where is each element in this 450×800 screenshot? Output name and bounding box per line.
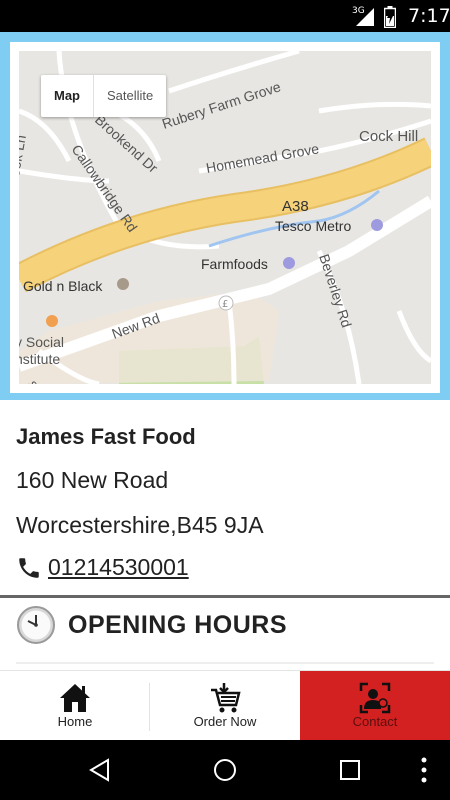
clock-icon (17, 606, 55, 644)
label-farmfoods: Farmfoods (201, 256, 268, 272)
label-cock-hill: Cock Hill (359, 128, 418, 145)
battery-icon (384, 6, 396, 28)
label-allowbrook-ln: allowbrook Ln (19, 134, 29, 222)
cart-icon (211, 683, 241, 713)
section-divider (0, 595, 450, 598)
contact-card-icon (359, 682, 391, 714)
back-icon[interactable] (88, 758, 112, 782)
nav-contact-label: Contact (352, 714, 398, 729)
home-icon (60, 684, 90, 712)
signal-icon (356, 8, 374, 26)
status-bar: 3G 7:17 (0, 0, 450, 32)
label-gold-n-black: Gold n Black (23, 278, 103, 294)
system-nav-bar (0, 740, 450, 800)
label-tesco-metro: Tesco Metro (275, 218, 351, 234)
map-card: £ Rubery Farm Grove Cock Hill Homemead G… (10, 42, 440, 393)
label-social: y Social (19, 334, 64, 350)
nav-order-now-label: Order Now (193, 714, 257, 729)
home-circle-icon[interactable] (213, 758, 237, 782)
opening-hours-separator (16, 662, 434, 664)
phone-icon (19, 557, 39, 578)
label-institute: nstitute (19, 351, 60, 367)
bank-poi-symbol: £ (222, 299, 228, 310)
nav-order-now[interactable]: Order Now (150, 671, 300, 741)
address-line-2: Worcestershire,B45 9JA (16, 512, 264, 538)
gold-n-black-poi-icon (117, 278, 129, 290)
map-type-satellite-button[interactable]: Satellite (93, 75, 166, 117)
opening-hours-title: OPENING HOURS (68, 610, 288, 639)
clock: 7:17 (408, 5, 450, 27)
farmfoods-poi-icon (283, 257, 295, 269)
map-type-toggle: Map Satellite (41, 75, 167, 117)
label-a38: A38 (282, 198, 309, 215)
map-frame: £ Rubery Farm Grove Cock Hill Homemead G… (0, 32, 450, 400)
tesco-poi-icon (371, 219, 383, 231)
nav-contact[interactable]: Contact (300, 671, 450, 741)
label-homemead-grove: Homemead Grove (205, 140, 321, 176)
opening-hours-header: OPENING HOURS (16, 605, 287, 645)
bar-poi-icon (46, 315, 58, 327)
map-type-map-button[interactable]: Map (41, 75, 93, 117)
business-name: James Fast Food (16, 424, 196, 449)
phone-row: 01214530001 (16, 554, 189, 581)
address-line-1: 160 New Road (16, 467, 169, 493)
nav-home[interactable]: Home (0, 671, 150, 741)
nav-home-label: Home (57, 714, 93, 729)
screen: 3G 7:17 £ Rubery Farm Grove Cock Hill Ho… (0, 0, 450, 800)
recents-icon[interactable] (339, 759, 361, 781)
bottom-nav: Home Order Now Contact (0, 670, 450, 741)
map-view[interactable]: £ Rubery Farm Grove Cock Hill Homemead G… (19, 51, 431, 384)
phone-link[interactable]: 01214530001 (48, 554, 189, 581)
label-beverley-rd: Beverley Rd (316, 252, 355, 329)
overflow-menu-icon[interactable] (420, 756, 428, 784)
